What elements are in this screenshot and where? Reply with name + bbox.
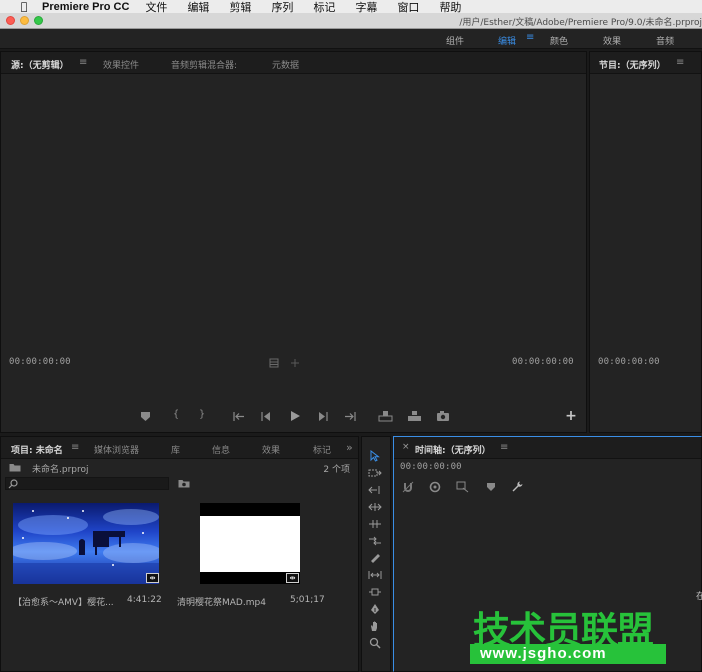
zoom-window-button[interactable] <box>34 16 43 25</box>
panel-overflow-button[interactable]: » <box>346 441 353 454</box>
workspace-menu-icon[interactable]: ≡ <box>526 32 534 43</box>
rate-stretch-tool-icon[interactable] <box>368 517 382 531</box>
drag-video-icon[interactable] <box>269 358 279 368</box>
clip-2-video-audio-badge: ⇹ <box>286 573 299 583</box>
clip-1-image <box>13 503 159 584</box>
tab-libraries[interactable]: 库 <box>171 443 180 456</box>
clip-1-video-audio-badge: ⇹ <box>146 573 159 583</box>
mark-in-icon[interactable]: { <box>169 409 183 420</box>
step-forward-icon[interactable] <box>317 411 329 422</box>
new-bin-from-search-icon[interactable] <box>178 479 190 488</box>
project-path: /用户/Esther/文稿/Adobe/Premiere Pro/9.0/未命名… <box>459 18 702 28</box>
project-tabrow: 项目: 未命名 ≡ 媒体浏览器 库 信息 效果 标记 » <box>1 437 358 459</box>
tab-effect-controls[interactable]: 效果控件 <box>103 58 139 71</box>
workspace-bar: 组件 编辑 ≡ 颜色 效果 音频 <box>0 29 702 49</box>
timeline-close-icon[interactable]: × <box>402 442 410 452</box>
tab-program[interactable]: 节目:（无序列） <box>599 58 666 71</box>
apple-icon[interactable]:  <box>16 0 32 13</box>
tab-info[interactable]: 信息 <box>212 443 230 456</box>
search-icon <box>8 479 18 489</box>
snap-icon[interactable] <box>402 481 414 493</box>
go-to-in-icon[interactable] <box>232 411 245 422</box>
drag-audio-icon[interactable] <box>290 358 300 368</box>
zoom-tool-icon[interactable] <box>368 636 382 650</box>
insert-icon[interactable] <box>378 410 393 422</box>
button-editor-add-icon[interactable]: + <box>564 408 578 424</box>
clip-1-scene <box>13 509 159 584</box>
timeline-tabrow: × 时间轴:（无序列） ≡ <box>394 437 701 459</box>
tools-panel <box>361 436 391 672</box>
clip-2-name[interactable]: 清明樱花祭MAD.mp4 <box>177 595 266 608</box>
timeline-timecode[interactable]: 00:00:00:00 <box>400 462 462 472</box>
timeline-tab-menu-icon[interactable]: ≡ <box>500 442 508 453</box>
tab-timeline[interactable]: 时间轴:（无序列） <box>415 443 491 456</box>
clip-2-duration: 5;01;17 <box>290 595 325 605</box>
clip-2-frame <box>200 516 300 572</box>
workspace-audio[interactable]: 音频 <box>656 34 674 47</box>
program-monitor-panel: 节目:（无序列） ≡ 00:00:00:00 <box>589 51 702 433</box>
tab-source[interactable]: 源:（无剪辑） <box>11 58 69 71</box>
play-icon[interactable] <box>289 410 301 422</box>
clip-thumbnail-1[interactable]: ⇹ <box>13 503 159 584</box>
step-back-icon[interactable] <box>260 411 272 422</box>
add-marker-icon[interactable] <box>140 411 151 422</box>
window-titlebar: /用户/Esther/文稿/Adobe/Premiere Pro/9.0/未命名… <box>0 13 702 29</box>
menubar:  Premiere Pro CC 文件 编辑 剪辑 序列 标记 字幕 窗口 帮… <box>0 0 702 14</box>
tab-effects[interactable]: 效果 <box>262 443 280 456</box>
close-window-button[interactable] <box>6 16 15 25</box>
tab-metadata[interactable]: 元数据 <box>272 58 299 71</box>
watermark: 技术员联盟 www.jsgho.com <box>470 600 670 672</box>
overwrite-icon[interactable] <box>407 410 422 422</box>
slip-tool-icon[interactable] <box>368 568 382 582</box>
rolling-edit-tool-icon[interactable] <box>368 500 382 514</box>
tab-audio-clip-mixer[interactable]: 音频剪辑混合器: <box>171 58 237 71</box>
workspace-editing[interactable]: 编辑 <box>498 34 516 47</box>
clip-1-duration: 4:41:22 <box>127 595 162 605</box>
folder-icon <box>9 464 21 472</box>
project-search-input[interactable] <box>5 477 169 490</box>
razor-tool-icon-alt[interactable] <box>368 534 382 548</box>
go-to-out-icon[interactable] <box>344 411 357 422</box>
export-frame-icon[interactable] <box>436 410 450 422</box>
tab-project[interactable]: 项目: 未命名 <box>11 443 63 456</box>
workspace-color[interactable]: 颜色 <box>550 34 568 47</box>
tab-media-browser[interactable]: 媒体浏览器 <box>94 443 139 456</box>
slide-tool-icon[interactable] <box>368 585 382 599</box>
workspace-assembly[interactable]: 组件 <box>446 34 464 47</box>
clip-2-image <box>200 503 300 584</box>
wrench-icon[interactable] <box>511 480 524 493</box>
source-monitor-panel: 源:（无剪辑） ≡ 效果控件 音频剪辑混合器: 元数据 00:00:00:00 … <box>0 51 587 433</box>
program-tabrow: 节目:（无序列） ≡ <box>590 52 701 74</box>
pen-tool-icon[interactable] <box>368 602 382 616</box>
program-timecode[interactable]: 00:00:00:00 <box>598 357 660 367</box>
source-tab-menu-icon[interactable]: ≡ <box>79 57 87 68</box>
clip-thumbnail-2[interactable]: ⇹ <box>200 503 300 584</box>
app-name[interactable]: Premiere Pro CC <box>42 1 129 13</box>
clip-1-name[interactable]: 【治愈系～AMV】樱花... <box>13 595 114 608</box>
hand-tool-icon[interactable] <box>368 619 382 633</box>
marker-icon[interactable] <box>486 482 496 492</box>
source-timecode-in[interactable]: 00:00:00:00 <box>9 357 71 367</box>
workspace-effects[interactable]: 效果 <box>603 34 621 47</box>
watermark-url: www.jsgho.com <box>480 645 607 662</box>
project-filename: 未命名.prproj <box>32 465 89 475</box>
project-panel: 项目: 未命名 ≡ 媒体浏览器 库 信息 效果 标记 » 未命名.prproj … <box>0 436 359 672</box>
razor-tool-icon[interactable] <box>368 551 382 565</box>
add-marker-timeline-icon[interactable] <box>456 481 469 493</box>
selection-tool-icon[interactable] <box>368 449 382 463</box>
watermark-url-bar: www.jsgho.com <box>470 644 666 664</box>
program-tab-menu-icon[interactable]: ≡ <box>676 57 684 68</box>
ripple-edit-tool-icon[interactable] <box>368 483 382 497</box>
mark-out-icon[interactable]: } <box>195 409 209 420</box>
track-select-tool-icon[interactable] <box>368 466 382 480</box>
tab-markers[interactable]: 标记 <box>313 443 331 456</box>
project-item-count: 2 个项 <box>323 465 350 475</box>
linked-selection-icon[interactable] <box>429 481 441 493</box>
project-tab-menu-icon[interactable]: ≡ <box>71 442 79 453</box>
source-tabrow: 源:（无剪辑） ≡ 效果控件 音频剪辑混合器: 元数据 <box>1 52 586 74</box>
source-timecode-duration: 00:00:00:00 <box>512 357 574 367</box>
timeline-drop-hint: 在 <box>696 592 702 602</box>
minimize-window-button[interactable] <box>20 16 29 25</box>
